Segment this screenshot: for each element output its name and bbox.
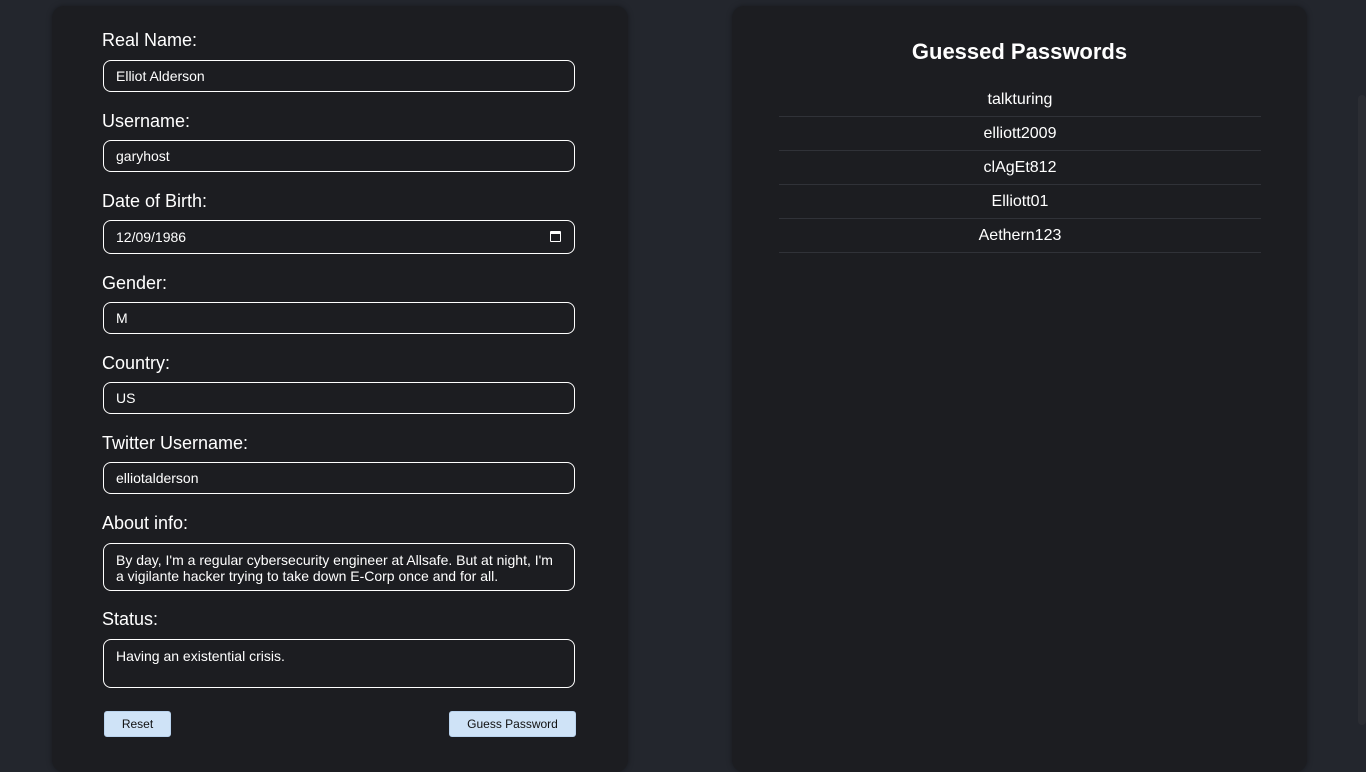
status-textarea[interactable]: Having an existential crisis. [103, 639, 575, 688]
password-item: talkturing [779, 83, 1261, 117]
dob-value: 12/09/1986 [116, 229, 187, 245]
username-label: Username: [102, 111, 191, 131]
country-input[interactable]: US [103, 382, 575, 414]
status-label: Status: [102, 609, 159, 629]
password-item: Elliott01 [779, 185, 1261, 219]
password-item: elliott2009 [779, 117, 1261, 151]
about-label: About info: [102, 513, 189, 533]
guess-password-button[interactable]: Guess Password [449, 711, 576, 737]
real-name-input[interactable]: Elliot Alderson [103, 60, 575, 92]
twitter-input[interactable]: elliotalderson [103, 462, 575, 494]
username-input[interactable]: garyhost [103, 140, 575, 172]
reset-button[interactable]: Reset [104, 711, 171, 737]
country-label: Country: [102, 353, 171, 373]
gender-input[interactable]: M [103, 302, 575, 334]
page-scrollbar[interactable] [1358, 95, 1366, 725]
about-textarea[interactable]: By day, I'm a regular cybersecurity engi… [103, 543, 575, 591]
guessed-password-list: talkturing elliott2009 clAgEt812 Elliott… [779, 83, 1261, 253]
twitter-label: Twitter Username: [102, 433, 249, 453]
password-item: Aethern123 [779, 219, 1261, 253]
results-title: Guessed Passwords [911, 39, 1128, 64]
password-item: clAgEt812 [779, 151, 1261, 185]
gender-label: Gender: [102, 273, 168, 293]
calendar-icon[interactable] [550, 231, 561, 242]
dob-label: Date of Birth: [102, 191, 208, 211]
dob-input[interactable]: 12/09/1986 [103, 220, 575, 254]
real-name-label: Real Name: [102, 30, 198, 50]
